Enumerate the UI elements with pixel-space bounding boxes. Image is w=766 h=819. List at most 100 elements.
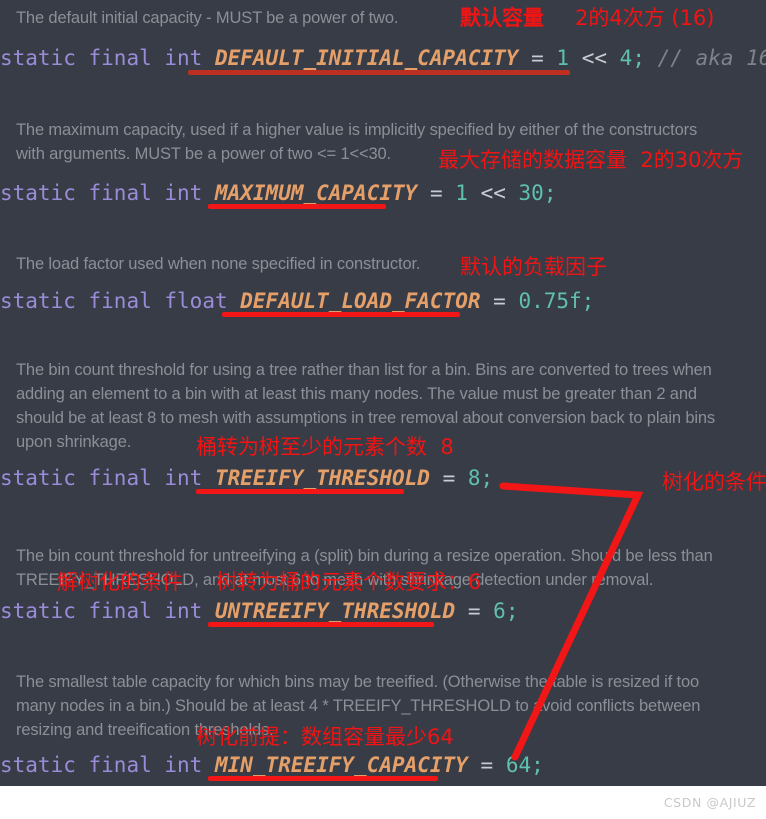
underline-default-initial-capacity (188, 70, 570, 75)
literal-shift-operand: 4 (619, 46, 633, 70)
underline-min-treeify-capacity (208, 776, 438, 781)
annotation-min-treeify-capacity: 树化前提：数组容量最少64 (196, 725, 454, 749)
type-int: int (164, 466, 203, 490)
operator-assign: = (442, 466, 456, 490)
annotation-two-power-four: 2的4次方 (16) (575, 6, 715, 30)
underline-treeify-threshold (196, 489, 404, 494)
keyword-final: final (88, 599, 152, 623)
identifier-treeify-threshold: TREEIFY_THRESHOLD (214, 466, 430, 490)
keyword-static: static (0, 46, 76, 70)
semicolon: ; (531, 753, 544, 777)
type-int: int (164, 181, 203, 205)
keyword-static: static (0, 599, 76, 623)
identifier-untreeify-threshold: UNTREEIFY_THRESHOLD (214, 599, 456, 623)
inline-comment-aka-16: // aka 16 (657, 46, 766, 70)
literal-one: 1 (556, 46, 570, 70)
literal-six: 6 (493, 599, 506, 623)
literal-one: 1 (455, 181, 468, 205)
operator-shift-left: << (581, 46, 607, 70)
annotation-treeify-condition: 树化的条件 (662, 470, 766, 494)
keyword-static: static (0, 181, 76, 205)
operator-shift-left: << (480, 181, 506, 205)
semicolon: ; (632, 46, 645, 70)
keyword-static: static (0, 466, 76, 490)
type-int: int (164, 46, 203, 70)
annotation-maximum-capacity: 最大存储的数据容量 2的30次方 (438, 148, 744, 172)
type-int: int (164, 753, 203, 777)
operator-assign: = (467, 599, 481, 623)
literal-load-factor: 0.75f (518, 289, 582, 313)
code-line-default-load-factor: static final float DEFAULT_LOAD_FACTOR =… (0, 288, 594, 314)
identifier-default-initial-capacity: DEFAULT_INITIAL_CAPACITY (214, 46, 519, 70)
operator-assign: = (493, 289, 506, 313)
annotation-untreeify-element-count: 树转为桶的元素个数要求：6 (216, 570, 482, 594)
code-line-treeify-threshold: static final int TREEIFY_THRESHOLD = 8; (0, 465, 493, 491)
keyword-final: final (88, 289, 152, 313)
keyword-static: static (0, 289, 76, 313)
literal-sixtyfour: 64 (505, 753, 532, 777)
identifier-maximum-capacity: MAXIMUM_CAPACITY (214, 181, 418, 205)
keyword-static: static (0, 753, 76, 777)
code-line-default-initial-capacity: static final int DEFAULT_INITIAL_CAPACIT… (0, 45, 766, 71)
screenshot-root: The default initial capacity - MUST be a… (0, 0, 766, 819)
keyword-final: final (88, 181, 152, 205)
code-line-untreeify-threshold: static final int UNTREEIFY_THRESHOLD = 6… (0, 598, 518, 624)
keyword-final: final (88, 46, 152, 70)
doc-comment-default-initial-capacity: The default initial capacity - MUST be a… (16, 9, 399, 27)
doc-comment-default-load-factor: The load factor used when none specified… (16, 255, 421, 273)
annotation-treeify-threshold: 桶转为树至少的元素个数 8 (196, 435, 454, 459)
operator-assign: = (429, 181, 443, 205)
type-int: int (164, 599, 203, 623)
code-line-min-treeify-capacity: static final int MIN_TREEIFY_CAPACITY = … (0, 752, 544, 778)
csdn-watermark: CSDN @AJIUZ (663, 795, 756, 810)
literal-shift-operand: 30 (518, 181, 544, 205)
literal-eight: 8 (467, 466, 481, 490)
semicolon: ; (581, 289, 595, 313)
semicolon: ; (505, 599, 519, 623)
semicolon: ; (480, 466, 494, 490)
identifier-default-load-factor: DEFAULT_LOAD_FACTOR (240, 289, 481, 313)
underline-untreeify-threshold (208, 622, 434, 627)
annotation-default-load-factor: 默认的负载因子 (460, 255, 607, 279)
underline-default-load-factor (222, 312, 460, 317)
identifier-min-treeify-capacity: MIN_TREEIFY_CAPACITY (214, 753, 468, 777)
operator-assign: = (531, 46, 544, 70)
operator-assign: = (480, 753, 494, 777)
type-float: float (164, 289, 228, 313)
keyword-final: final (88, 753, 152, 777)
